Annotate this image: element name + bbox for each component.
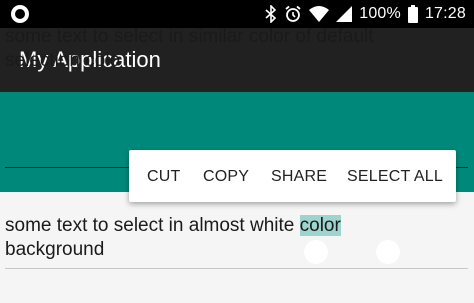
selected-word[interactable]: color bbox=[299, 215, 341, 236]
status-icons: 100% 17:28 bbox=[265, 0, 466, 28]
white-text-after: background bbox=[5, 239, 105, 260]
white-edit-underline bbox=[5, 268, 468, 269]
selection-start-handle[interactable] bbox=[304, 240, 328, 264]
signal-icon bbox=[336, 6, 353, 22]
selection-end-handle[interactable] bbox=[376, 240, 400, 264]
select-all-button[interactable]: SELECT ALL bbox=[347, 168, 443, 186]
teal-text-line-1: some text to select in similar color of … bbox=[5, 26, 374, 47]
cut-button[interactable]: CUT bbox=[147, 168, 180, 186]
white-text-before: some text to select in almost white bbox=[5, 215, 300, 236]
alarm-icon bbox=[284, 5, 302, 23]
teal-text-line-2: selection colo bbox=[5, 50, 121, 71]
status-bar: 100% 17:28 bbox=[0, 0, 474, 28]
battery-percent: 100% bbox=[359, 5, 401, 22]
text-selection-context-menu: CUT COPY SHARE SELECT ALL bbox=[129, 150, 456, 202]
share-button[interactable]: SHARE bbox=[271, 168, 327, 186]
record-icon bbox=[11, 5, 29, 23]
clock: 17:28 bbox=[424, 5, 466, 22]
bluetooth-icon bbox=[265, 5, 277, 23]
battery-icon bbox=[407, 5, 418, 23]
teal-edit-text[interactable]: some text to select in similar color of … bbox=[5, 25, 467, 73]
wifi-icon bbox=[309, 6, 330, 22]
copy-button[interactable]: COPY bbox=[203, 168, 249, 186]
